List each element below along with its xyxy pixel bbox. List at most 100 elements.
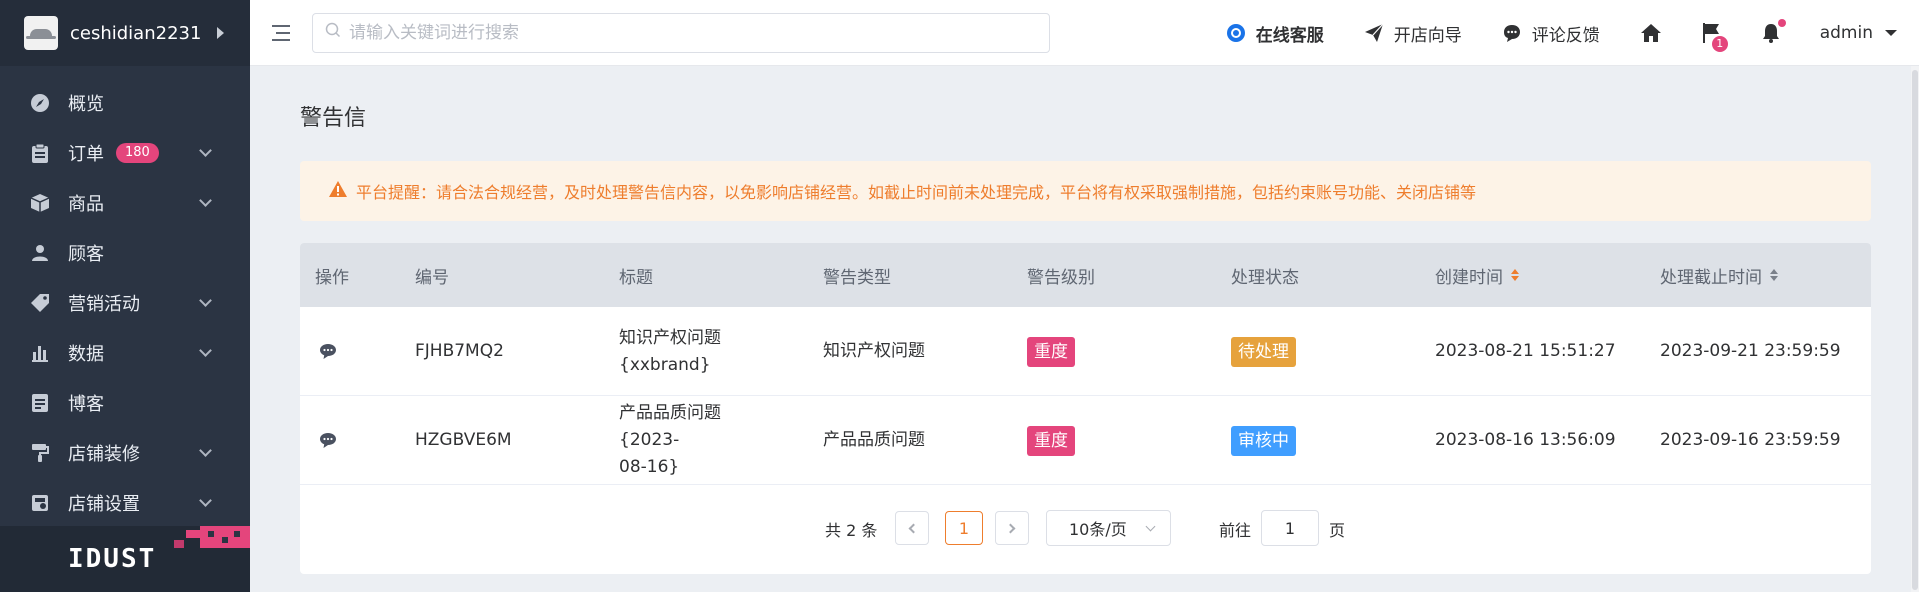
column-header-created-label: 创建时间 bbox=[1435, 267, 1503, 288]
user-icon bbox=[30, 243, 50, 263]
search-box[interactable] bbox=[312, 12, 1050, 53]
status-tag: 待处理 bbox=[1231, 336, 1296, 367]
sidebar-item-label: 商品 bbox=[68, 194, 104, 215]
cell-type: 知识产权问题 bbox=[823, 341, 925, 361]
level-tag: 重度 bbox=[1027, 336, 1075, 367]
chevron-down-icon bbox=[199, 294, 212, 307]
chevron-right-icon bbox=[1005, 523, 1016, 533]
page-number-button[interactable]: 1 bbox=[945, 511, 983, 545]
column-header-status: 处理状态 bbox=[1231, 267, 1299, 288]
clipboard-icon bbox=[30, 143, 50, 163]
goto-page-input[interactable] bbox=[1261, 510, 1319, 546]
store-guide-label: 开店向导 bbox=[1393, 25, 1462, 46]
sidebar: ceshidian2231 概览 订单 180 商品 顾客 营销活动 数据 博客… bbox=[0, 0, 250, 592]
cell-type: 产品品质问题 bbox=[823, 430, 925, 450]
message-icon[interactable] bbox=[318, 342, 338, 362]
cell-title-line: 知识产权问题 bbox=[619, 327, 721, 348]
cell-created: 2023-08-21 15:51:27 bbox=[1435, 341, 1616, 361]
column-header-deadline-label: 处理截止时间 bbox=[1660, 267, 1762, 288]
chevron-right-icon bbox=[217, 27, 225, 39]
next-page-button[interactable] bbox=[995, 511, 1029, 545]
store-name: ceshidian2231 bbox=[70, 22, 202, 44]
column-header-level: 警告级别 bbox=[1027, 267, 1095, 288]
sidebar-item-label: 博客 bbox=[68, 394, 104, 415]
sidebar-item-label: 顾客 bbox=[68, 244, 104, 265]
menu-collapse-icon[interactable] bbox=[272, 24, 290, 41]
cell-title-line: 产品品质问题{2023- bbox=[619, 403, 721, 450]
top-header: 在线客服 开店向导 评论反馈 1 admin bbox=[250, 0, 1919, 66]
sidebar-item-blog[interactable]: 博客 bbox=[0, 378, 250, 428]
sort-icon[interactable] bbox=[1511, 269, 1519, 281]
alert-text: 平台提醒：请合法合规经营，及时处理警告信内容，以免影响店铺经营。如截止时间前未处… bbox=[356, 183, 1477, 202]
sidebar-item-label: 营销活动 bbox=[68, 294, 140, 315]
chevron-down-icon bbox=[199, 344, 212, 357]
home-icon[interactable] bbox=[1640, 22, 1662, 44]
column-header-created[interactable]: 创建时间 bbox=[1435, 243, 1519, 307]
cell-title-line: 08-16} bbox=[619, 457, 680, 477]
status-tag: 审核中 bbox=[1231, 425, 1296, 456]
feedback-link[interactable]: 评论反馈 bbox=[1502, 21, 1600, 46]
user-menu[interactable]: admin bbox=[1820, 23, 1897, 43]
username: admin bbox=[1819, 23, 1873, 43]
message-icon[interactable] bbox=[318, 431, 338, 451]
search-icon bbox=[325, 22, 341, 43]
chevron-down-icon bbox=[199, 444, 212, 457]
cell-title-line: {xxbrand} bbox=[619, 354, 711, 375]
tag-icon bbox=[30, 293, 50, 313]
sidebar-nav: 概览 订单 180 商品 顾客 营销活动 数据 博客 店铺装修 店铺设置 bbox=[0, 66, 250, 528]
sidebar-item-overview[interactable]: 概览 bbox=[0, 78, 250, 128]
sidebar-item-label: 店铺设置 bbox=[68, 494, 140, 515]
cell-id: FJHB7MQ2 bbox=[415, 341, 504, 361]
header-actions: 在线客服 开店向导 评论反馈 1 admin bbox=[1226, 0, 1919, 66]
sidebar-footer-logo: IDUST bbox=[0, 526, 250, 592]
page-size-select[interactable]: 10条/页 bbox=[1046, 510, 1171, 546]
pagination: 共 2 条 1 10条/页 前往 页 bbox=[300, 485, 1871, 574]
pixel-decoration bbox=[174, 526, 250, 554]
compass-icon bbox=[30, 93, 50, 113]
bell-icon[interactable] bbox=[1760, 19, 1786, 44]
chevron-down-icon bbox=[1145, 521, 1156, 532]
chat-bubble-icon bbox=[1502, 23, 1522, 43]
search-input[interactable] bbox=[349, 22, 1029, 43]
column-header-type: 警告类型 bbox=[823, 267, 891, 288]
warning-letter-table: 操作 编号 标题 警告类型 警告级别 处理状态 创建时间 处理截止时间 FJHB… bbox=[300, 243, 1871, 574]
warning-icon bbox=[328, 180, 348, 202]
footer-logo-text: IDUST bbox=[68, 544, 157, 574]
warning-alert: 平台提醒：请合法合规经营，及时处理警告信内容，以免影响店铺经营。如截止时间前未处… bbox=[300, 161, 1871, 221]
column-header-title: 标题 bbox=[619, 267, 653, 288]
pagination-total: 共 2 条 bbox=[825, 521, 878, 540]
flag-count-badge: 1 bbox=[1711, 36, 1728, 52]
sidebar-item-store-decoration[interactable]: 店铺装修 bbox=[0, 428, 250, 478]
cell-title: 知识产权问题 {xxbrand} bbox=[619, 307, 779, 396]
caret-down-icon bbox=[1885, 30, 1897, 36]
notification-dot bbox=[1777, 19, 1786, 27]
flag-icon[interactable]: 1 bbox=[1700, 22, 1728, 52]
online-service-icon bbox=[1226, 23, 1246, 43]
store-settings-icon bbox=[30, 493, 50, 513]
cell-created: 2023-08-16 13:56:09 bbox=[1435, 430, 1616, 450]
box-icon bbox=[30, 193, 50, 213]
online-service-link[interactable]: 在线客服 bbox=[1226, 21, 1324, 46]
sidebar-item-orders[interactable]: 订单 180 bbox=[0, 128, 250, 178]
goto-suffix: 页 bbox=[1329, 521, 1346, 540]
sidebar-item-products[interactable]: 商品 bbox=[0, 178, 250, 228]
page-scrollbar[interactable] bbox=[1911, 66, 1919, 592]
sort-icon[interactable] bbox=[1770, 269, 1778, 281]
table-header: 操作 编号 标题 警告类型 警告级别 处理状态 创建时间 处理截止时间 bbox=[300, 243, 1871, 307]
store-logo bbox=[24, 16, 58, 50]
prev-page-button[interactable] bbox=[895, 511, 929, 545]
store-switcher[interactable]: ceshidian2231 bbox=[0, 0, 250, 66]
sidebar-item-store-settings[interactable]: 店铺设置 bbox=[0, 478, 250, 528]
cell-deadline: 2023-09-16 23:59:59 bbox=[1660, 430, 1841, 450]
column-header-deadline[interactable]: 处理截止时间 bbox=[1660, 243, 1778, 307]
chevron-down-icon bbox=[199, 194, 212, 207]
sidebar-item-customers[interactable]: 顾客 bbox=[0, 228, 250, 278]
sidebar-item-marketing[interactable]: 营销活动 bbox=[0, 278, 250, 328]
sidebar-item-label: 订单 bbox=[68, 144, 104, 165]
cell-deadline: 2023-09-21 23:59:59 bbox=[1660, 341, 1841, 361]
store-guide-link[interactable]: 开店向导 bbox=[1364, 21, 1462, 46]
paper-plane-icon bbox=[1364, 23, 1384, 43]
paint-roller-icon bbox=[30, 443, 50, 463]
page-size-value: 10条/页 bbox=[1069, 520, 1127, 539]
sidebar-item-data[interactable]: 数据 bbox=[0, 328, 250, 378]
